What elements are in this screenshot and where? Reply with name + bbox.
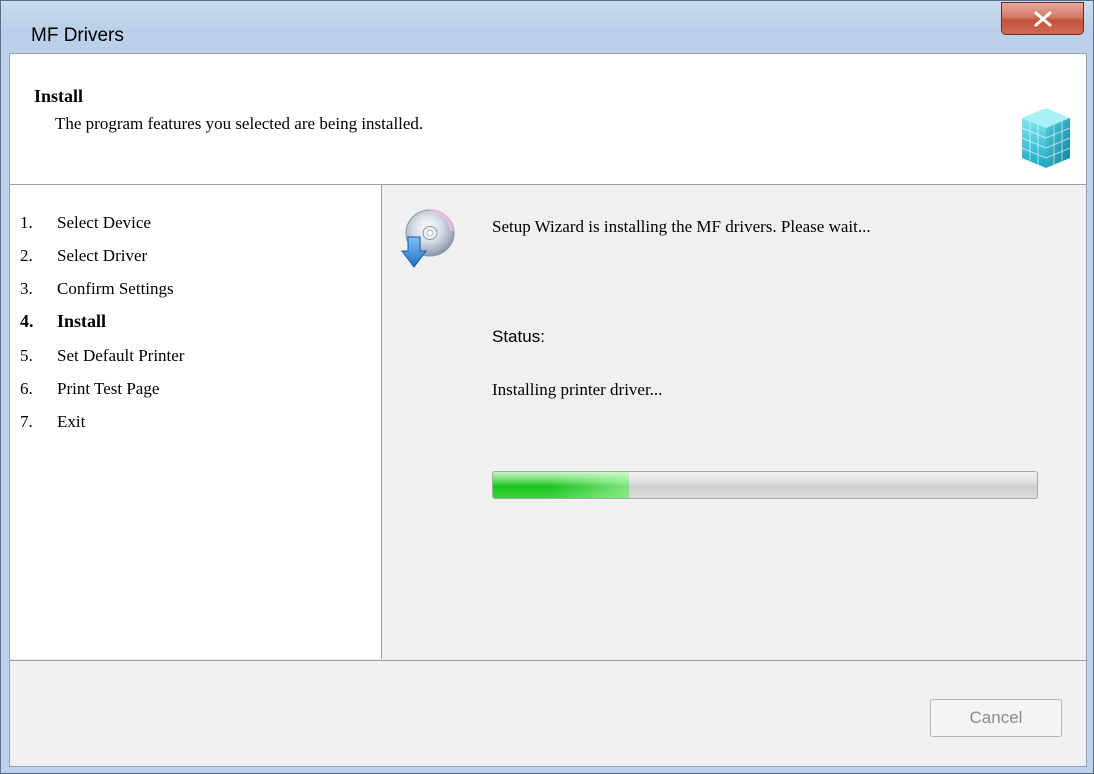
cd-install-icon — [401, 208, 455, 268]
window-title: MF Drivers — [31, 25, 124, 46]
step-item-active: 4. Install — [20, 311, 106, 332]
step-item: 1. Select Device — [20, 213, 151, 233]
wizard-message: Setup Wizard is installing the MF driver… — [492, 217, 871, 236]
status-text: Installing printer driver... — [492, 380, 663, 399]
step-label: Exit — [57, 412, 86, 431]
status-label: Status: — [492, 327, 545, 346]
step-number: 4. — [20, 311, 34, 331]
step-label: Select Device — [57, 213, 151, 232]
step-item: 5. Set Default Printer — [20, 346, 184, 366]
step-number: 3. — [20, 279, 33, 298]
step-label: Install — [57, 311, 107, 331]
title-bar[interactable]: MF Drivers — [1, 1, 1093, 53]
step-number: 6. — [20, 379, 33, 398]
close-icon — [1034, 11, 1052, 27]
progress-panel: Setup Wizard is installing the MF driver… — [382, 185, 1086, 659]
progress-fill — [493, 472, 629, 498]
step-label: Print Test Page — [57, 379, 160, 398]
close-button[interactable] — [1001, 2, 1084, 35]
step-item: 2. Select Driver — [20, 246, 147, 266]
progress-bar — [492, 471, 1038, 499]
step-label: Select Driver — [57, 246, 148, 265]
installer-window: MF Drivers Install The program features … — [0, 0, 1094, 774]
header-subtitle: The program features you selected are be… — [55, 114, 424, 133]
button-bar: Cancel — [10, 660, 1086, 766]
step-number: 5. — [20, 346, 33, 365]
step-item: 6. Print Test Page — [20, 379, 159, 399]
dialog-client: Install The program features you selecte… — [9, 53, 1087, 767]
step-number: 7. — [20, 412, 33, 431]
header-banner: Install The program features you selecte… — [10, 54, 1086, 185]
step-label: Set Default Printer — [57, 346, 185, 365]
step-item: 3. Confirm Settings — [20, 279, 174, 299]
cancel-button[interactable]: Cancel — [930, 699, 1062, 737]
steps-panel: 1. Select Device 2. Select Driver 3. Con… — [10, 185, 382, 659]
step-item: 7. Exit — [20, 412, 85, 432]
step-number: 2. — [20, 246, 33, 265]
header-title: Install — [34, 86, 84, 106]
package-cube-icon — [1021, 108, 1071, 168]
step-number: 1. — [20, 213, 33, 232]
step-label: Confirm Settings — [57, 279, 174, 298]
